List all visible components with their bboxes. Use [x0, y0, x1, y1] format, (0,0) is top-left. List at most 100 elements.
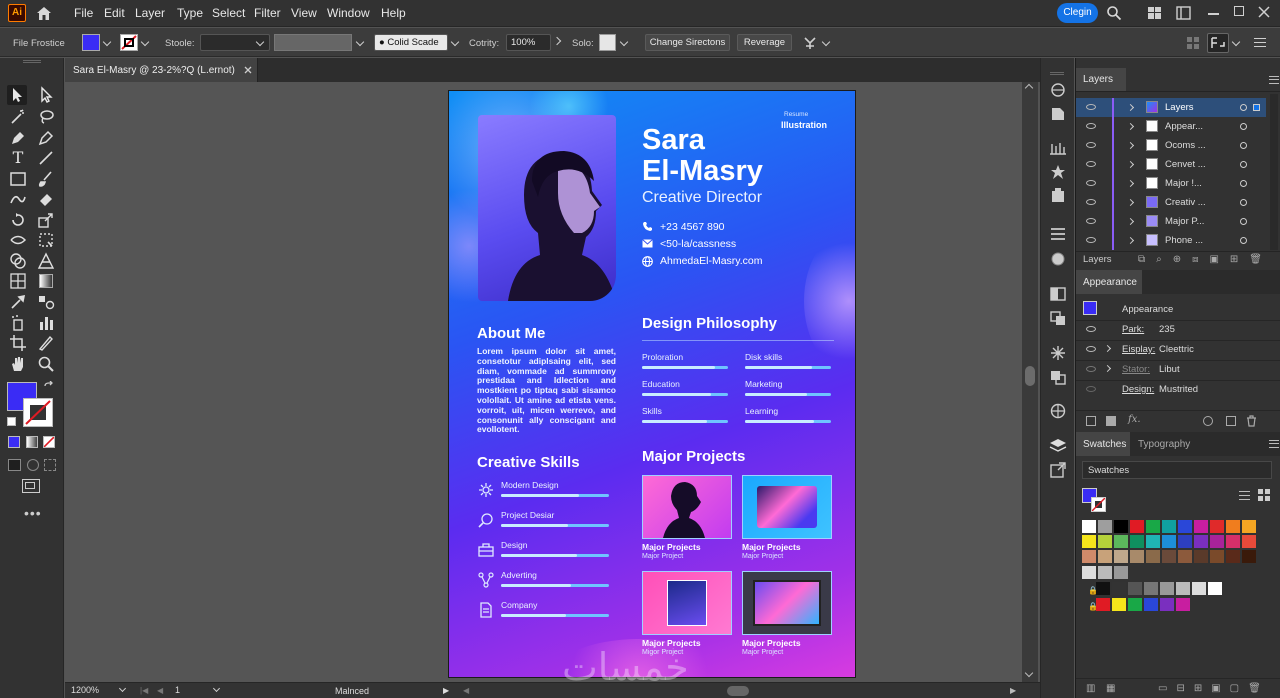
selection-tool[interactable] — [7, 85, 27, 105]
target-icon[interactable] — [1240, 142, 1247, 149]
menu-view[interactable]: View — [291, 6, 317, 20]
chevron-down-icon[interactable] — [1231, 37, 1241, 47]
color-swatch[interactable] — [1130, 520, 1144, 533]
color-swatch[interactable] — [1176, 582, 1190, 595]
layer-row[interactable]: Cenvet ... — [1076, 155, 1266, 174]
brush-style-select[interactable]: ● Colid Scade — [374, 34, 448, 51]
color-swatch[interactable] — [1128, 582, 1142, 595]
color-swatch[interactable] — [1242, 550, 1256, 563]
layers-tab[interactable]: Layers — [1076, 68, 1126, 91]
layers-panel-icon[interactable] — [1049, 438, 1067, 454]
color-swatch[interactable] — [1242, 520, 1256, 533]
stroke-color-swatch[interactable] — [23, 398, 53, 427]
artboard-tool[interactable] — [8, 333, 28, 353]
color-swatch[interactable] — [1208, 582, 1222, 595]
clear-appearance-icon[interactable] — [1203, 416, 1213, 426]
visibility-eye-icon[interactable] — [1086, 346, 1096, 352]
chevron-down-icon[interactable] — [450, 37, 460, 47]
align-icon[interactable] — [1186, 36, 1200, 50]
visibility-eye-icon[interactable] — [1086, 326, 1096, 332]
close-tab-icon[interactable] — [244, 66, 252, 74]
chevron-down-icon[interactable] — [619, 37, 629, 47]
chevron-down-icon[interactable] — [355, 37, 365, 47]
chevron-right-icon[interactable] — [552, 36, 562, 46]
pathfinder-icon[interactable] — [1049, 310, 1067, 326]
perspective-grid-tool[interactable] — [36, 251, 56, 271]
visibility-eye-icon[interactable] — [1086, 142, 1096, 148]
none-mode-icon[interactable] — [43, 436, 55, 448]
current-stroke-swatch[interactable] — [1091, 497, 1106, 512]
target-icon[interactable] — [1240, 104, 1247, 111]
stroke-swatch[interactable] — [120, 34, 138, 51]
layers-footer-icons[interactable]: ⧉⌕⊕⧈▣⊞🗑 — [1138, 254, 1273, 265]
gradient-tool[interactable] — [36, 271, 56, 291]
color-swatch[interactable] — [1160, 582, 1174, 595]
color-swatch[interactable] — [1098, 520, 1112, 533]
color-swatch[interactable] — [1082, 520, 1096, 533]
color-swatch[interactable] — [1146, 550, 1160, 563]
chevron-down-icon[interactable] — [821, 37, 831, 47]
swatches-library-select[interactable]: Swatches — [1082, 461, 1272, 479]
color-swatch[interactable] — [1096, 582, 1110, 595]
hand-tool[interactable] — [8, 354, 28, 374]
draw-behind-icon[interactable] — [27, 459, 39, 471]
color-swatch[interactable] — [1210, 535, 1224, 548]
color-swatch[interactable] — [1114, 535, 1128, 548]
list-view-icon[interactable] — [1239, 491, 1250, 500]
color-swatch[interactable] — [1194, 520, 1208, 533]
menu-select[interactable]: Select — [212, 6, 245, 20]
color-swatch[interactable] — [1082, 550, 1096, 563]
visibility-eye-icon[interactable] — [1086, 199, 1096, 205]
vertical-scrollbar[interactable] — [1022, 82, 1038, 682]
libraries-icon[interactable] — [1049, 82, 1067, 98]
color-swatch[interactable] — [1146, 535, 1160, 548]
login-button[interactable]: Clegin — [1057, 3, 1098, 23]
artboards-panel-icon[interactable] — [1049, 369, 1067, 385]
zoom-tool[interactable] — [36, 354, 56, 374]
menu-layer[interactable]: Layer — [135, 6, 165, 20]
change-directions-button[interactable]: Change Sirectons — [645, 34, 730, 51]
expand-chevron-icon[interactable] — [1126, 179, 1135, 188]
expand-chevron-icon[interactable] — [1126, 160, 1135, 169]
visibility-eye-icon[interactable] — [1086, 237, 1096, 243]
color-swatch[interactable] — [1226, 550, 1240, 563]
rotate-tool[interactable] — [8, 210, 28, 230]
menu-help[interactable]: Help — [381, 6, 406, 20]
color-swatch[interactable] — [1130, 535, 1144, 548]
width-tool[interactable] — [8, 230, 28, 250]
reverage-button[interactable]: Reverage — [737, 34, 792, 51]
expand-chevron-icon[interactable] — [1126, 141, 1135, 150]
resume-artboard[interactable]: Resume Illustration Sara El-Masry Creati… — [448, 90, 856, 678]
rectangle-tool[interactable] — [8, 169, 28, 189]
menu-file[interactable]: File — [74, 6, 93, 20]
eyedropper-tool[interactable] — [8, 292, 28, 312]
draw-normal-icon[interactable] — [8, 459, 21, 471]
visibility-eye-icon[interactable] — [1086, 386, 1096, 392]
color-swatch[interactable] — [1162, 520, 1176, 533]
lasso-tool[interactable] — [36, 107, 56, 127]
color-swatch[interactable] — [1194, 550, 1208, 563]
swatch-libraries-icon[interactable]: ▥ — [1086, 683, 1095, 694]
transparency-icon[interactable] — [1049, 251, 1067, 267]
color-swatch[interactable] — [1176, 598, 1190, 611]
transform-button[interactable] — [1207, 33, 1229, 53]
panel-menu-icon[interactable] — [1254, 38, 1266, 47]
appearance-panel-icon[interactable] — [1049, 345, 1067, 361]
maximize-icon[interactable] — [1234, 6, 1244, 16]
expand-chevron-icon[interactable] — [1103, 344, 1112, 353]
color-swatch[interactable] — [1096, 598, 1110, 611]
chevron-down-icon[interactable] — [102, 37, 112, 47]
color-swatch[interactable] — [1082, 535, 1096, 548]
color-guide-icon[interactable] — [1049, 403, 1067, 419]
panel-toggle-icon[interactable] — [1176, 6, 1191, 20]
symbols-icon[interactable] — [1049, 164, 1067, 180]
menu-edit[interactable]: Edit — [104, 6, 125, 20]
grid-view-icon[interactable] — [1258, 489, 1270, 501]
color-mode-icon[interactable] — [8, 436, 20, 448]
layer-row[interactable]: Layers — [1076, 98, 1266, 117]
menu-filter[interactable]: Filter — [254, 6, 281, 20]
more-tools-icon[interactable]: ••• — [24, 505, 42, 521]
close-icon[interactable] — [1258, 6, 1270, 18]
expand-chevron-icon[interactable] — [1126, 198, 1135, 207]
color-swatch[interactable] — [1194, 535, 1208, 548]
